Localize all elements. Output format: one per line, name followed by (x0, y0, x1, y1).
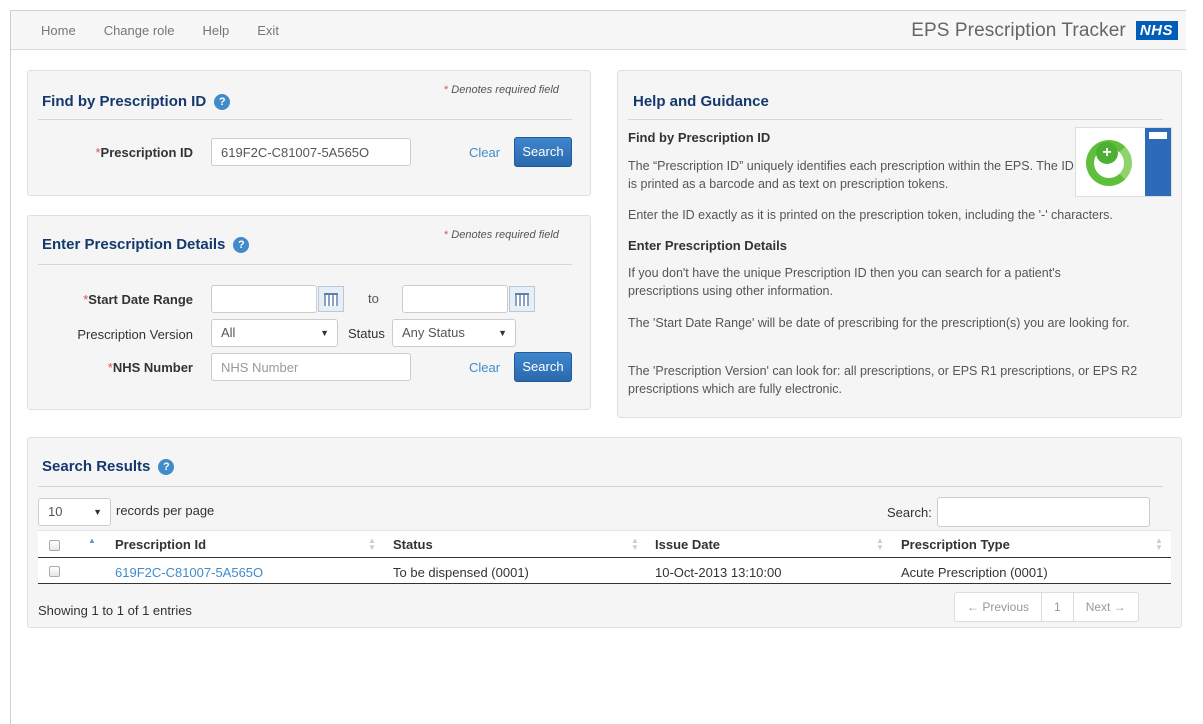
column-header-issue-date[interactable]: Issue Date (655, 537, 720, 552)
help-title: Help and Guidance (633, 93, 769, 110)
calendar-icon[interactable] (509, 286, 535, 312)
find-by-id-panel: Find by Prescription ID? * Denotes requir… (27, 70, 591, 196)
status-select-value: Any Status (402, 325, 465, 340)
row-prescription-id-link[interactable]: 619F2C-C81007-5A565O (115, 565, 263, 580)
column-header-status[interactable]: Status (393, 537, 433, 552)
required-note: * Denotes required field (444, 84, 559, 96)
required-note-text: Denotes required field (451, 84, 559, 96)
caret-down-icon: ▼ (498, 328, 507, 338)
app-title: EPS Prescription Tracker (911, 19, 1126, 41)
column-header-prescription-id[interactable]: Prescription Id (115, 537, 206, 552)
to-label: to (368, 291, 379, 306)
page-size-select[interactable]: 10 ▼ (38, 498, 111, 526)
sort-asc-icon: ▲ (88, 536, 96, 545)
nhs-badge (1149, 132, 1167, 139)
sort-icon: ▲ ▼ (876, 536, 884, 552)
version-label: Prescription Version (77, 327, 193, 342)
table-search-input[interactable] (937, 497, 1150, 527)
help-paragraph: The 'Prescription Version' can look for:… (628, 364, 1138, 396)
help-question-icon[interactable]: ? (233, 237, 250, 253)
find-by-id-title-text: Find by Prescription ID (42, 93, 207, 110)
pagination-page[interactable]: 1 (1042, 593, 1074, 621)
help-question-icon[interactable]: ? (158, 459, 175, 475)
nav-home-link[interactable]: Home (41, 23, 76, 38)
nhs-number-label: *NHS Number (107, 360, 193, 375)
prescription-details-panel: Enter Prescription Details? * Denotes req… (27, 215, 591, 410)
eps-logo: + (1075, 127, 1172, 197)
row-status: To be dispensed (0001) (393, 565, 529, 580)
status-label: Status (348, 326, 385, 341)
help-paragraph: If you don't have the unique Prescriptio… (628, 266, 1061, 298)
prescription-id-label-text: Prescription ID (100, 145, 193, 160)
required-note-text: Denotes required field (451, 229, 559, 241)
caret-down-icon: ▼ (93, 507, 102, 517)
nhs-number-input[interactable] (211, 353, 411, 381)
help-paragraph: The 'Start Date Range' will be date of p… (628, 316, 1130, 330)
divider (38, 486, 1163, 487)
status-select[interactable]: Any Status ▼ (392, 319, 516, 347)
records-per-page-label: records per page (116, 503, 215, 518)
row-prescription-type: Acute Prescription (0001) (901, 565, 1048, 580)
divider (38, 264, 572, 265)
prescription-id-input[interactable] (211, 138, 411, 166)
nav-change-role-link[interactable]: Change role (104, 23, 175, 38)
column-header-prescription-type[interactable]: Prescription Type (901, 537, 1010, 552)
nav-exit-link[interactable]: Exit (257, 23, 279, 38)
nav-links: Home Change role Help Exit (41, 11, 307, 50)
help-paragraph: Enter the ID exactly as it is printed on… (628, 208, 1113, 222)
help-panel: Help and Guidance Find by Prescription I… (617, 70, 1182, 418)
prescription-id-label: *Prescription ID (95, 145, 193, 160)
end-date-input[interactable] (402, 285, 508, 313)
help-paragraph: The “Prescription ID” uniquely identifie… (628, 159, 1074, 191)
nhs-logo: NHS (1135, 21, 1178, 40)
version-select-value: All (221, 325, 236, 340)
help-heading-find: Find by Prescription ID (628, 130, 771, 145)
search-button[interactable]: Search (514, 352, 572, 382)
table-search-label: Search: (887, 505, 932, 520)
clear-link[interactable]: Clear (469, 145, 500, 160)
details-title: Enter Prescription Details? (42, 236, 250, 253)
pagination-next[interactable]: Next → (1074, 593, 1138, 621)
search-results-panel: Search Results? 10 ▼ records per page Se… (27, 437, 1182, 628)
search-button[interactable]: Search (514, 137, 572, 167)
brand: EPS Prescription Tracker NHS (911, 11, 1178, 50)
help-question-icon[interactable]: ? (214, 94, 231, 110)
help-heading-details: Enter Prescription Details (628, 238, 787, 253)
start-date-label-text: Start Date Range (88, 292, 193, 307)
divider (38, 119, 572, 120)
divider (628, 119, 1163, 120)
sort-icon: ▲ ▼ (368, 536, 376, 552)
select-all-checkbox[interactable] (49, 540, 60, 551)
sort-icon: ▲ ▼ (631, 536, 639, 552)
clear-link[interactable]: Clear (469, 360, 500, 375)
pagination: ← Previous 1 Next → (954, 592, 1139, 622)
table-info: Showing 1 to 1 of 1 entries (38, 603, 192, 618)
nhs-number-label-text: NHS Number (112, 360, 193, 375)
start-date-input[interactable] (211, 285, 317, 313)
required-note: * Denotes required field (444, 229, 559, 241)
results-title: Search Results? (42, 458, 175, 475)
version-select[interactable]: All ▼ (211, 319, 338, 347)
page-size-value: 10 (48, 504, 63, 519)
find-by-id-title: Find by Prescription ID? (42, 93, 231, 110)
start-date-label: *Start Date Range (83, 292, 193, 307)
sort-icon: ▲ ▼ (1155, 536, 1163, 552)
row-issue-date: 10-Oct-2013 13:10:00 (655, 565, 782, 580)
calendar-icon[interactable] (318, 286, 344, 312)
pagination-previous[interactable]: ← Previous (955, 593, 1043, 621)
results-title-text: Search Results (42, 458, 151, 475)
top-navbar: Home Change role Help Exit EPS Prescript… (11, 11, 1186, 50)
plus-icon: + (1096, 142, 1118, 164)
details-title-text: Enter Prescription Details (42, 236, 226, 253)
caret-down-icon: ▼ (320, 328, 329, 338)
nav-help-link[interactable]: Help (203, 23, 230, 38)
row-checkbox[interactable] (49, 566, 60, 577)
